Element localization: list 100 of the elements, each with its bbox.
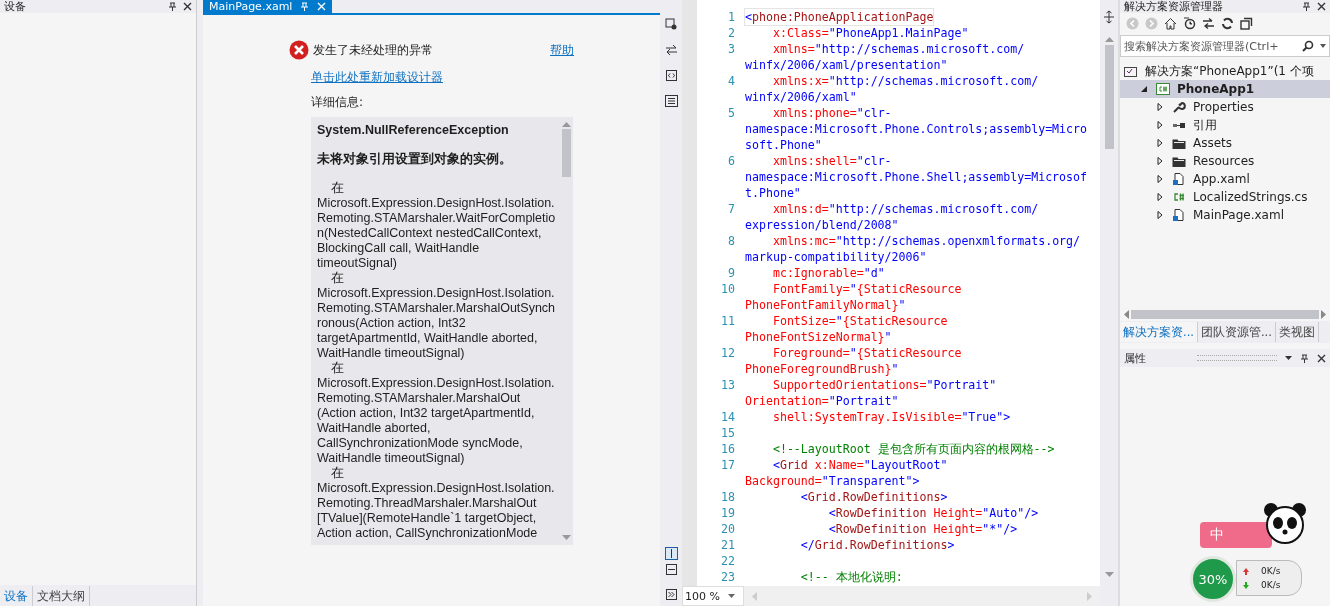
upload-speed: 0K/s [1261,566,1281,576]
code-line: FontFamily="{StaticResource [771,281,962,297]
folder-icon [1172,137,1186,149]
close-icon [183,2,192,11]
code-line: FontSize="{StaticResource [771,313,948,329]
help-link[interactable]: 帮助 [550,41,574,59]
scroll-up-icon [562,121,571,127]
stack-prefix: 在 [330,466,345,481]
code-line: xmlns:phone="clr- [771,105,892,121]
pane-tab[interactable]: 设备 [0,585,33,606]
code-line: namespace:Microsoft.Phone.Shell;assembly=Microsof [745,169,1088,185]
search-field[interactable]: 搜索解决方案资源管理器(Ctrl+ [1120,35,1330,57]
scroll-left-icon [752,591,757,601]
tree-item[interactable]: Properties [1120,98,1330,116]
dropdown-caret-icon [1285,356,1292,360]
collapsed-arrow-icon [1156,121,1164,129]
code-line: Background="Transparent"> [745,473,920,489]
line-number: 11 [720,313,736,329]
code-line: namespace:Microsoft.Phone.Controls;assembly=Micro [745,121,1088,137]
code-line: x:Class="PhoneApp1.MainPage" [771,25,969,41]
code-line: xmlns:d="http://schemas.microsoft.com/ [771,201,1039,217]
line-number: 5 [727,105,736,121]
error-message: 发生了未经处理的异常 [313,41,434,59]
code-line: xmlns:x="http://schemas.microsoft.com/ [771,73,1039,89]
dropdown-caret-icon [1320,44,1326,48]
line-number: 23 [720,569,736,585]
code-line: Orientation="Portrait" [745,393,899,409]
collapse-all-icon [1240,17,1253,30]
line-number: 9 [727,265,736,281]
line-number: 8 [727,233,736,249]
sync-icon [1202,17,1215,30]
tree-item[interactable]: LocalizedStrings.cs [1120,188,1330,206]
panda-drawing [1262,502,1308,544]
stack-frame: Microsoft.Expression.DesignHost.Isolation.Remoting.STAMarshaler.MarshalOutSynchronous(Action action, Int32 targetApartmentId, WaitHandle aborted, WaitHandle timeoutSignal) [317,286,556,361]
scroll-right-icon [1321,309,1326,319]
pane-tab[interactable]: 解决方案资... [1120,322,1198,342]
line-number: 20 [720,521,736,537]
line-number: 4 [727,73,736,89]
line-number: 7 [727,201,736,217]
home-icon [1164,17,1177,30]
refresh-icon [1221,17,1234,30]
tree-item[interactable]: Resources [1120,152,1330,170]
tree-item[interactable]: 解决方案“PhoneApp1”(1 个项 [1120,62,1330,80]
reload-designer-link[interactable]: 单击此处重新加载设计器 [311,69,660,86]
stack-prefix: 在 [330,181,345,196]
code-line: </Grid.RowDefinitions> [799,537,955,553]
xaml-icon [1172,173,1186,185]
line-number: 22 [720,553,736,569]
scroll-thumb[interactable] [1131,309,1319,319]
scroll-left-icon [1124,309,1129,319]
scroll-down-icon [562,535,571,541]
folder-icon [1172,155,1186,167]
collapsed-arrow-icon [1156,139,1164,147]
code-line: soft.Phone" [745,137,822,153]
code-line: xmlns="http://schemas.microsoft.com/ [771,41,1025,57]
pin-icon [168,2,177,11]
stack-frame: Microsoft.Expression.DesignHost.Isolation.Remoting.STAMarshaler.MarshalOut (Action action, Int32 targetApartmentId, WaitHandle aborted, CallSynchronizationMode syncMode, WaitHandle timeoutSignal) [317,376,556,466]
code-line: shell:SystemTray.IsVisible="True"> [771,409,1011,425]
tree-item[interactable]: App.xaml [1120,170,1330,188]
code-line: markup-compatibility/2006" [745,249,927,265]
back-icon [1126,17,1139,30]
code-line: Foreground="{StaticResource [771,345,962,361]
history-icon [1183,17,1196,30]
project-icon [1156,83,1170,95]
tree-item[interactable]: 引用 [1120,116,1330,134]
scroll-thumb[interactable] [562,129,571,177]
collapsed-arrow-icon [1156,211,1164,219]
collapsed-arrow-icon [1156,103,1164,111]
code-line: <phone:PhoneApplicationPage [745,9,934,25]
code-line: mc:Ignorable="d" [771,265,885,281]
split-handle-icon [1103,10,1115,24]
properties-icon [1172,101,1186,113]
code-line: <Grid x:Name="LayoutRoot" [771,457,948,473]
document-tab[interactable]: MainPage.xaml [203,0,333,13]
code-line: PhoneFontFamilyNormal}" [745,297,906,313]
line-number: 13 [720,377,736,393]
line-number: 14 [720,409,736,425]
pane-tab[interactable]: 团队资源管... [1197,322,1276,342]
line-number: 6 [727,153,736,169]
tree-item[interactable]: PhoneApp1 [1120,80,1330,98]
swap-icon [664,44,678,56]
tree-item[interactable]: MainPage.xaml [1120,206,1330,224]
pane-tab[interactable]: 类视图 [1275,322,1319,342]
line-number: 17 [720,457,736,473]
pane-tab[interactable]: 文档大纲 [33,585,90,606]
line-number: 19 [720,505,736,521]
vertical-split-icon [664,547,678,560]
stack-prefix: 在 [330,271,345,286]
zoom-dropdown[interactable]: 100 % [682,586,744,606]
code-line: winfx/2006/xaml/presentation" [745,57,948,73]
code-line: PhoneFontSizeNormal}" [745,329,892,345]
scroll-thumb[interactable] [1104,45,1114,149]
code-line: xmlns:mc="http://schemas.openxmlformats.org/ [771,233,1081,249]
xaml-icon [1172,209,1186,221]
code-line: expression/blend/2008" [745,217,899,233]
csharp-icon [1172,191,1186,203]
error-icon [289,40,309,60]
download-arrow-icon [1243,581,1249,589]
line-number: 18 [720,489,736,505]
tree-item[interactable]: Assets [1120,134,1330,152]
